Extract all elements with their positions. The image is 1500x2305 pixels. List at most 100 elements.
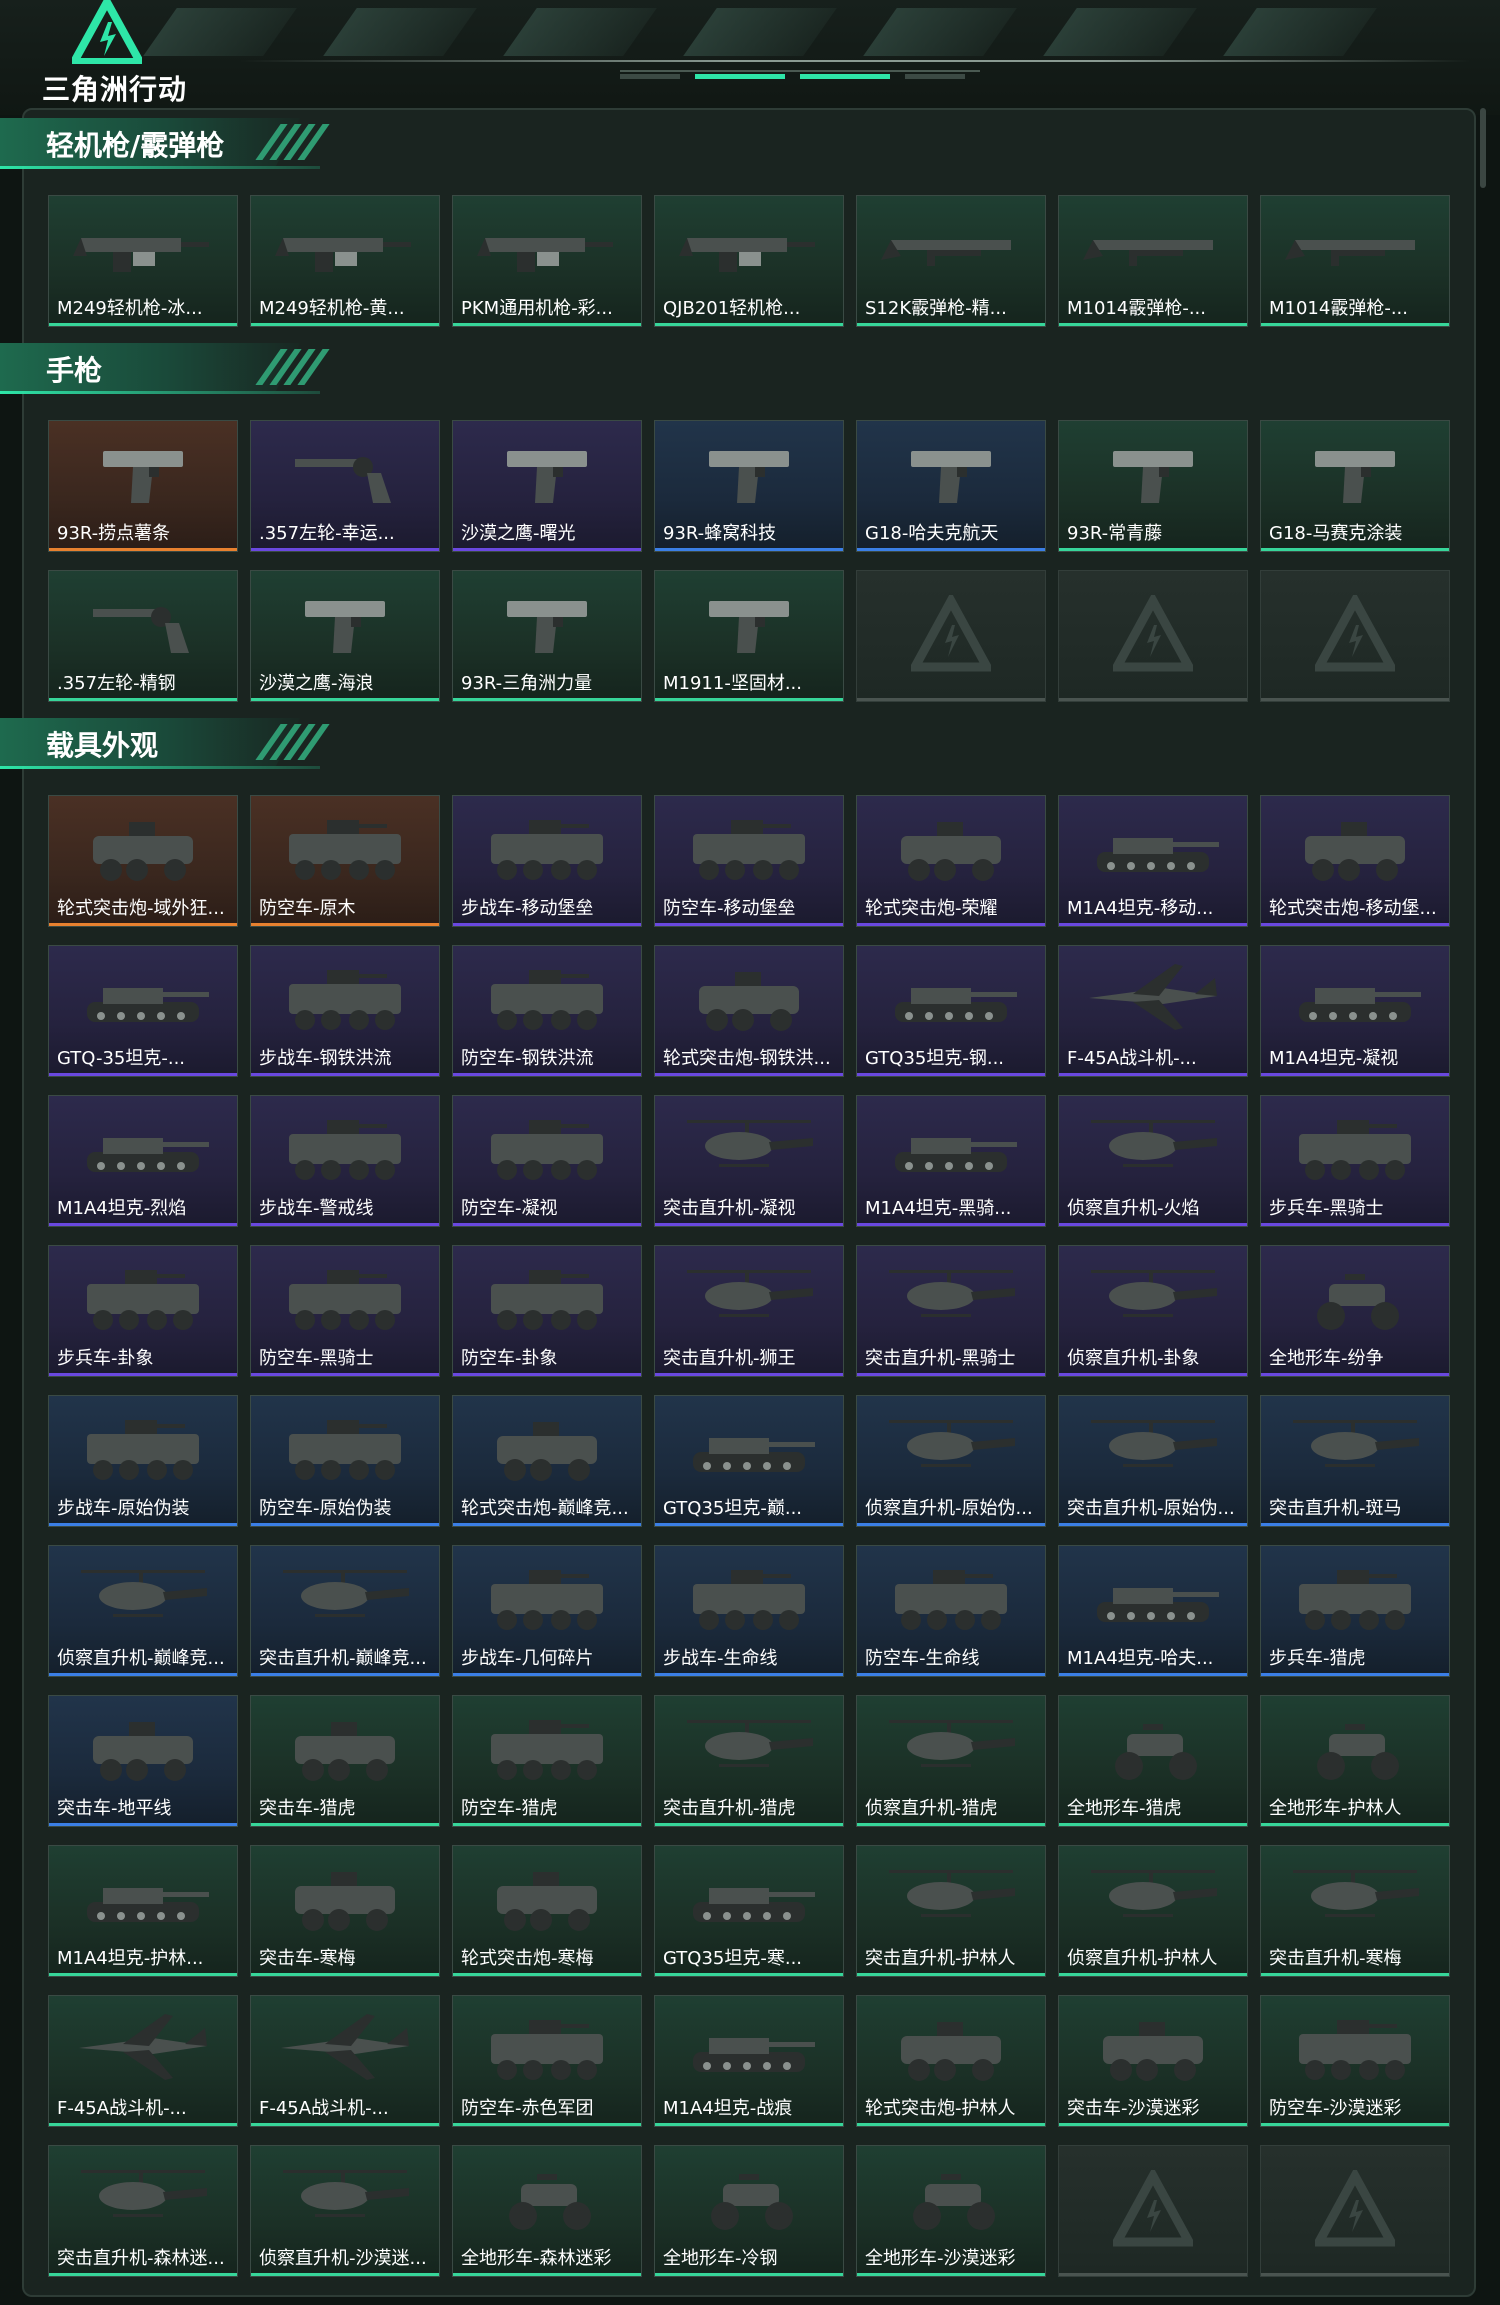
atv-icon (913, 2174, 995, 2230)
skin-card[interactable]: M1014霰弹枪-... (1058, 195, 1248, 327)
skin-card[interactable]: M1A4坦克-护林... (48, 1845, 238, 1977)
skin-card[interactable]: 突击直升机-黑骑士 (856, 1245, 1046, 1377)
skin-card[interactable]: PKM通用机枪-彩... (452, 195, 642, 327)
skin-card[interactable]: GTQ35坦克-巅... (654, 1395, 844, 1527)
skin-card[interactable]: 全地形车-冷钢 (654, 2145, 844, 2277)
skin-card[interactable]: 全地形车-纷争 (1260, 1245, 1450, 1377)
skin-card[interactable]: G18-马赛克涂装 (1260, 420, 1450, 552)
skin-card[interactable]: 侦察直升机-卦象 (1058, 1245, 1248, 1377)
skin-card[interactable]: F-45A战斗机-... (48, 1995, 238, 2127)
skin-card[interactable]: GTQ35坦克-钢... (856, 945, 1046, 1077)
skin-card[interactable]: 93R-三角洲力量 (452, 570, 642, 702)
skin-card[interactable]: F-45A战斗机-... (1058, 945, 1248, 1077)
skin-card[interactable]: 全地形车-森林迷彩 (452, 2145, 642, 2277)
skin-card[interactable]: 轮式突击炮-移动堡... (1260, 795, 1450, 927)
skin-card[interactable]: 侦察直升机-沙漠迷... (250, 2145, 440, 2277)
skin-card-label: .357左轮-幸运... (259, 523, 395, 544)
skin-card[interactable]: 突击直升机-斑马 (1260, 1395, 1450, 1527)
skin-card[interactable]: 防空车-钢铁洪流 (452, 945, 642, 1077)
skin-card[interactable]: GTQ35坦克-寒... (654, 1845, 844, 1977)
skin-card[interactable]: 步战车-生命线 (654, 1545, 844, 1677)
skin-card[interactable]: 突击直升机-寒梅 (1260, 1845, 1450, 1977)
skin-card[interactable]: 突击车-猎虎 (250, 1695, 440, 1827)
skin-card[interactable]: F-45A战斗机-... (250, 1995, 440, 2127)
skin-card[interactable]: M249轻机枪-黄... (250, 195, 440, 327)
skin-card[interactable]: M1A4坦克-移动... (1058, 795, 1248, 927)
skin-card[interactable]: 全地形车-护林人 (1260, 1695, 1450, 1827)
skin-card[interactable]: S12K霰弹枪-精... (856, 195, 1046, 327)
skin-card-label: 步战车-几何碎片 (461, 1648, 594, 1669)
skin-card[interactable]: 防空车-猎虎 (452, 1695, 642, 1827)
skin-card[interactable]: 突击直升机-森林迷... (48, 2145, 238, 2277)
skin-card[interactable]: 侦察直升机-巅峰竞... (48, 1545, 238, 1677)
skin-card[interactable]: 防空车-原始伪装 (250, 1395, 440, 1527)
skin-card[interactable]: 突击直升机-原始伪... (1058, 1395, 1248, 1527)
skin-card[interactable]: 全地形车-沙漠迷彩 (856, 2145, 1046, 2277)
skin-card[interactable]: 轮式突击炮-护林人 (856, 1995, 1046, 2127)
skin-card[interactable]: 防空车-黑骑士 (250, 1245, 440, 1377)
shotgun-icon (1285, 240, 1415, 266)
tank-icon (1097, 1588, 1219, 1622)
skin-card[interactable]: 步兵车-黑骑士 (1260, 1095, 1450, 1227)
skin-card[interactable]: 沙漠之鹰-海浪 (250, 570, 440, 702)
skin-card[interactable]: 防空车-沙漠迷彩 (1260, 1995, 1450, 2127)
skin-card[interactable]: 突击直升机-凝视 (654, 1095, 844, 1227)
skin-card[interactable]: 侦察直升机-护林人 (1058, 1845, 1248, 1977)
skin-card-label: 突击直升机-护林人 (865, 1948, 1016, 1969)
skin-card[interactable]: 步兵车-猎虎 (1260, 1545, 1450, 1677)
skin-card[interactable]: 突击直升机-巅峰竞... (250, 1545, 440, 1677)
skin-card[interactable]: G18-哈夫克航天 (856, 420, 1046, 552)
skin-card[interactable]: 全地形车-猎虎 (1058, 1695, 1248, 1827)
skin-card[interactable]: 步兵车-卦象 (48, 1245, 238, 1377)
skin-card[interactable]: M1A4坦克-烈焰 (48, 1095, 238, 1227)
skin-card[interactable]: M1A4坦克-黑骑... (856, 1095, 1046, 1227)
scrollbar[interactable] (1480, 108, 1486, 188)
skin-card[interactable]: 步战车-原始伪装 (48, 1395, 238, 1527)
helicopter-icon (687, 1270, 813, 1317)
skin-card[interactable]: 93R-捞点薯条 (48, 420, 238, 552)
skin-card[interactable]: 侦察直升机-原始伪... (856, 1395, 1046, 1527)
skin-card[interactable]: 侦察直升机-火焰 (1058, 1095, 1248, 1227)
skin-card[interactable]: 沙漠之鹰-曙光 (452, 420, 642, 552)
skin-card[interactable]: .357左轮-幸运... (250, 420, 440, 552)
skin-card[interactable]: 步战车-几何碎片 (452, 1545, 642, 1677)
skin-card[interactable]: 突击直升机-狮王 (654, 1245, 844, 1377)
skin-card[interactable]: QJB201轻机枪... (654, 195, 844, 327)
skin-card[interactable]: 步战车-移动堡垒 (452, 795, 642, 927)
skin-card[interactable]: 93R-蜂窝科技 (654, 420, 844, 552)
skin-card[interactable]: 防空车-卦象 (452, 1245, 642, 1377)
skin-card[interactable]: M1014霰弹枪-... (1260, 195, 1450, 327)
skin-card[interactable]: M249轻机枪-冰... (48, 195, 238, 327)
helicopter-icon (1091, 1120, 1217, 1167)
empty-slot (856, 570, 1046, 702)
skin-card-label: 全地形车-冷钢 (663, 2248, 778, 2269)
skin-card[interactable]: .357左轮-精钢 (48, 570, 238, 702)
skin-card[interactable]: 突击车-寒梅 (250, 1845, 440, 1977)
skin-card[interactable]: 突击直升机-护林人 (856, 1845, 1046, 1977)
skin-card[interactable]: GTQ-35坦克-... (48, 945, 238, 1077)
skin-card[interactable]: M1A4坦克-战痕 (654, 1995, 844, 2127)
skin-card[interactable]: 防空车-原木 (250, 795, 440, 927)
skin-card[interactable]: 防空车-赤色军团 (452, 1995, 642, 2127)
skin-card[interactable]: 突击车-地平线 (48, 1695, 238, 1827)
helicopter-icon (81, 1570, 207, 1617)
skin-card[interactable]: 侦察直升机-猎虎 (856, 1695, 1046, 1827)
skin-card[interactable]: 突击车-沙漠迷彩 (1058, 1995, 1248, 2127)
skin-card[interactable]: 防空车-移动堡垒 (654, 795, 844, 927)
skin-card[interactable]: M1A4坦克-哈夫... (1058, 1545, 1248, 1677)
skin-card[interactable]: 步战车-警戒线 (250, 1095, 440, 1227)
rarity-bar (49, 1373, 237, 1376)
skin-card[interactable]: 步战车-钢铁洪流 (250, 945, 440, 1077)
skin-card[interactable]: 轮式突击炮-寒梅 (452, 1845, 642, 1977)
skin-card[interactable]: M1911-坚固材... (654, 570, 844, 702)
skin-card[interactable]: 轮式突击炮-域外狂... (48, 795, 238, 927)
rarity-bar (857, 923, 1045, 926)
skin-card[interactable]: 防空车-凝视 (452, 1095, 642, 1227)
skin-card[interactable]: 轮式突击炮-钢铁洪... (654, 945, 844, 1077)
skin-card[interactable]: 轮式突击炮-巅峰竞... (452, 1395, 642, 1527)
skin-card[interactable]: 突击直升机-猎虎 (654, 1695, 844, 1827)
skin-card[interactable]: 防空车-生命线 (856, 1545, 1046, 1677)
skin-card[interactable]: 轮式突击炮-荣耀 (856, 795, 1046, 927)
skin-card[interactable]: 93R-常青藤 (1058, 420, 1248, 552)
skin-card[interactable]: M1A4坦克-凝视 (1260, 945, 1450, 1077)
